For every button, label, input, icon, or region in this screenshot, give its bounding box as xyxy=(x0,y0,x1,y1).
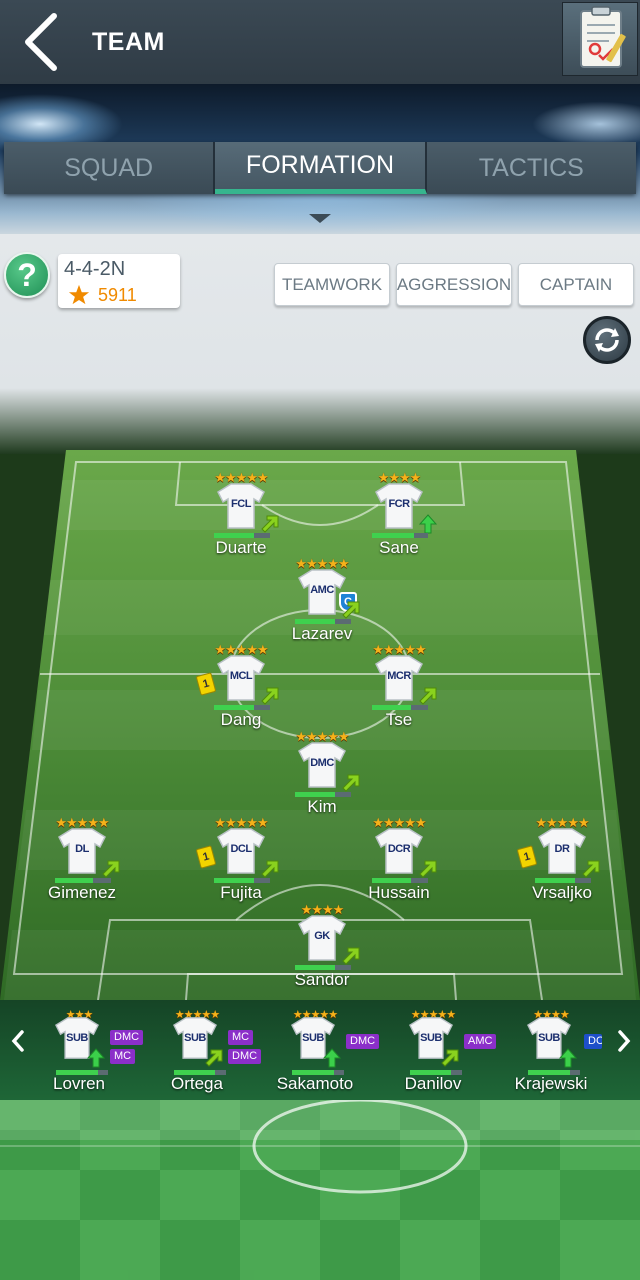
player-name: Ortega xyxy=(171,1074,223,1093)
role-tag: AMC xyxy=(464,1034,497,1049)
role-tag: DMC xyxy=(110,1030,144,1045)
back-button[interactable] xyxy=(18,10,66,74)
player-name: Krajewski xyxy=(514,1074,588,1093)
player-name: Fujita xyxy=(220,883,262,902)
refresh-icon xyxy=(595,328,619,352)
formation-rating: 5911 xyxy=(98,285,137,305)
teamwork-button[interactable]: TEAMWORK xyxy=(274,263,390,306)
player-name: Lazarev xyxy=(291,624,353,643)
substitute-card[interactable]: ★★★★ SUB DC Krajewski xyxy=(496,1008,606,1098)
star-icon xyxy=(68,284,90,305)
player-card[interactable]: ★★★★★ MCL 1 Dang xyxy=(186,642,296,738)
player-name: Sane xyxy=(379,538,419,557)
form-arrow-icon xyxy=(582,860,600,878)
player-position: DCR xyxy=(387,843,411,855)
form-arrow-icon xyxy=(205,1049,223,1067)
player-name: Kim xyxy=(307,797,337,816)
player-position: DR xyxy=(554,843,570,855)
yellow-card-icon: 1 xyxy=(195,845,217,869)
player-position: DCL xyxy=(230,843,252,855)
player-card[interactable]: ★★★★★ DCR Hussain xyxy=(344,815,454,911)
substitute-card[interactable]: ★★★ SUB DMC MC Lovren xyxy=(24,1008,144,1098)
form-up-arrow-icon xyxy=(558,1048,578,1068)
tab-pointer-icon xyxy=(309,214,331,223)
player-card[interactable]: ★★★★ FCR Sane xyxy=(344,470,454,566)
role-tag: MC xyxy=(110,1049,136,1064)
player-position: MCL xyxy=(229,670,253,682)
player-name: Vrsaljko xyxy=(532,883,592,902)
tab-formation[interactable]: FORMATION xyxy=(215,142,427,194)
player-card[interactable]: ★★★★★ AMC C Lazarev xyxy=(267,556,377,652)
clipboard-icon xyxy=(580,6,626,68)
role-tag: DMC xyxy=(228,1049,262,1064)
tab-tactics[interactable]: TACTICS xyxy=(426,142,636,194)
player-name: Sandor xyxy=(294,970,350,989)
player-name: Sakamoto xyxy=(276,1074,354,1093)
player-position: FCR xyxy=(388,498,410,510)
player-name: Tse xyxy=(385,710,413,729)
substitute-card[interactable]: ★★★★★ SUB MC DMC Ortega xyxy=(142,1008,262,1098)
form-up-arrow-icon xyxy=(418,514,438,534)
player-name: Dang xyxy=(220,710,262,729)
refresh-button[interactable] xyxy=(583,316,631,364)
player-position: SUB xyxy=(184,1032,206,1044)
formation-selector[interactable]: 4-4-2N 5911 xyxy=(58,254,180,308)
form-arrow-icon xyxy=(441,1049,459,1067)
help-button[interactable]: ? xyxy=(4,252,50,298)
player-position: GK xyxy=(314,930,330,942)
player-name: Gimenez xyxy=(47,883,117,902)
player-name: Danilov xyxy=(404,1074,462,1093)
player-card[interactable]: ★★★★★ FCL Duarte xyxy=(186,470,296,566)
player-card[interactable]: ★★★★★ DL Gimenez xyxy=(27,815,137,911)
formation-name: 4-4-2N xyxy=(64,258,126,280)
player-card[interactable]: ★★★★★ MCR Tse xyxy=(344,642,454,738)
player-position: SUB xyxy=(538,1032,560,1044)
player-card[interactable]: ★★★★★ DCL 1 Fujita xyxy=(186,815,296,911)
role-tag: DMC xyxy=(346,1034,380,1049)
back-chevron-icon xyxy=(25,13,57,71)
role-tag: DC xyxy=(584,1034,602,1049)
form-arrow-icon xyxy=(419,860,437,878)
player-card[interactable]: ★★★★★ DR 1 Vrsaljko xyxy=(507,815,617,911)
form-arrow-icon xyxy=(261,860,279,878)
player-card[interactable]: ★★★★★ DMC Kim xyxy=(267,729,377,825)
page-title: TEAM xyxy=(92,28,165,56)
aggression-button[interactable]: AGGRESSION xyxy=(396,263,512,306)
notes-button[interactable] xyxy=(562,2,638,76)
form-arrow-icon xyxy=(342,947,360,965)
player-position: SUB xyxy=(66,1032,88,1044)
player-name: Duarte xyxy=(215,538,267,557)
form-arrow-icon xyxy=(261,687,279,705)
player-position: MCR xyxy=(387,670,411,682)
form-up-arrow-icon xyxy=(322,1048,342,1068)
player-position: DL xyxy=(75,843,89,855)
tab-squad[interactable]: SQUAD xyxy=(4,142,216,194)
form-arrow-icon xyxy=(342,774,360,792)
captain-button[interactable]: CAPTAIN xyxy=(518,263,634,306)
player-position: FCL xyxy=(231,498,251,510)
player-name: Hussain xyxy=(368,883,430,902)
tab-bar: SQUAD FORMATION TACTICS xyxy=(4,142,636,194)
form-arrow-icon xyxy=(419,687,437,705)
player-name: Lovren xyxy=(53,1074,105,1093)
yellow-card-icon: 1 xyxy=(195,672,217,696)
form-arrow-icon xyxy=(102,860,120,878)
player-position: DMC xyxy=(310,757,334,769)
yellow-card-icon: 1 xyxy=(516,845,538,869)
lower-pitch-decoration xyxy=(0,1100,640,1280)
top-bar: TEAM xyxy=(0,0,640,84)
role-tag: MC xyxy=(228,1030,254,1045)
form-up-arrow-icon xyxy=(86,1048,106,1068)
substitute-card[interactable]: ★★★★★ SUB AMC Danilov xyxy=(378,1008,497,1098)
scroll-right-icon[interactable] xyxy=(612,1026,636,1056)
player-card[interactable]: ★★★★ GK Sandor xyxy=(267,902,377,998)
substitute-card[interactable]: ★★★★★ SUB DMC Sakamoto xyxy=(260,1008,380,1098)
form-arrow-icon xyxy=(342,601,360,619)
form-arrow-icon xyxy=(261,515,279,533)
player-position: SUB xyxy=(420,1032,442,1044)
player-position: SUB xyxy=(302,1032,324,1044)
